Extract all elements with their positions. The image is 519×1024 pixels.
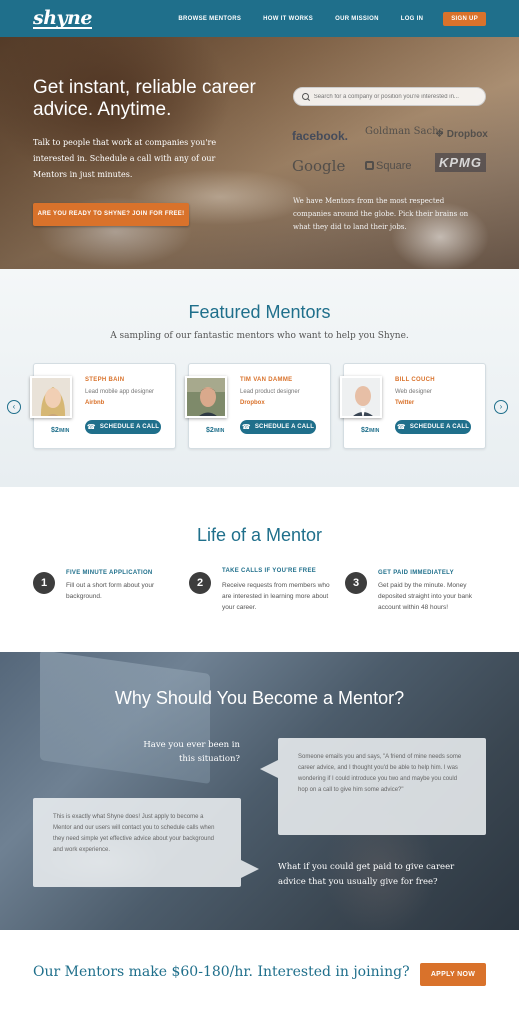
dropbox-logo: ❖ Dropbox: [435, 129, 488, 140]
square-icon: [365, 161, 374, 170]
schedule-call-button[interactable]: ☎ SCHEDULE A CALL: [240, 420, 316, 434]
hero-description: Talk to people that work at companies yo…: [33, 138, 217, 179]
square-logo: Square: [365, 160, 411, 172]
mentor-role: Lead mobile app designer: [85, 389, 155, 395]
join-free-button[interactable]: ARE YOU READY TO SHYNE? JOIN FOR FREE!: [33, 203, 189, 226]
step-number: 2: [189, 572, 211, 594]
mentor-price-value: $2: [51, 427, 59, 434]
nav-our-mission[interactable]: OUR MISSION: [335, 16, 379, 22]
hero-section: Get instant, reliable career advice. Any…: [0, 37, 519, 269]
mentor-company: Twitter: [395, 400, 415, 406]
step-title: FIVE MINUTE APPLICATION: [66, 570, 153, 576]
mentor-card[interactable]: BILL COUCH Web designer Twitter $2/MIN ☎…: [340, 363, 486, 449]
phone-icon: ☎: [396, 424, 406, 431]
mentor-name[interactable]: BILL COUCH: [395, 377, 435, 383]
life-title: Life of a Mentor: [196, 525, 323, 545]
nav-how-it-works[interactable]: HOW IT WORKS: [263, 16, 313, 22]
kpmg-logo: KPMG: [435, 153, 486, 172]
step-text: Receive requests from members who are in…: [222, 582, 330, 611]
mentor-price-unit: /MIN: [213, 428, 225, 434]
apply-cta-section: Our Mentors make $60-180/hr. Interested …: [0, 930, 519, 1024]
dropbox-logo-text: Dropbox: [446, 129, 488, 140]
phone-icon: ☎: [86, 424, 96, 431]
featured-title: Featured Mentors: [188, 302, 331, 322]
mentor-card[interactable]: STEPH BAIN Lead mobile app designer Airb…: [30, 363, 176, 449]
shyne-logo[interactable]: shyne: [33, 8, 92, 29]
mentor-price-unit: /MIN: [368, 428, 380, 434]
schedule-call-button[interactable]: ☎ SCHEDULE A CALL: [395, 420, 471, 434]
sign-up-button[interactable]: SIGN UP: [443, 11, 486, 26]
schedule-call-label: SCHEDULE A CALL: [99, 424, 160, 430]
mentor-name[interactable]: TIM VAN DAMME: [240, 377, 292, 383]
featured-mentors-section: Featured Mentors A sampling of our fanta…: [0, 269, 519, 487]
why-mentor-section: Why Should You Become a Mentor? Have you…: [0, 652, 519, 930]
mentor-name[interactable]: STEPH BAIN: [85, 377, 124, 383]
life-of-mentor-section: Life of a Mentor 1 FIVE MINUTE APPLICATI…: [0, 487, 519, 652]
step-number: 3: [345, 572, 367, 594]
step-title: TAKE CALLS IF YOU'RE FREE: [222, 568, 317, 574]
mentor-photo: [340, 376, 382, 418]
goldman-sachs-logo: Goldman Sachs: [365, 126, 444, 137]
mentor-price-unit: /MIN: [58, 428, 70, 434]
apply-now-button[interactable]: APPLY NOW: [420, 963, 486, 986]
company-search-box[interactable]: [293, 87, 486, 106]
mentor-role: Lead product designer: [240, 389, 300, 395]
facebook-logo: facebook.: [292, 129, 349, 143]
mentor-card[interactable]: TIM VAN DAMME Lead product designer Drop…: [185, 363, 331, 449]
schedule-call-label: SCHEDULE A CALL: [254, 424, 315, 430]
step-number: 1: [33, 572, 55, 594]
mentor-photo: [185, 376, 227, 418]
featured-subtitle: A sampling of our fantastic mentors who …: [110, 331, 409, 341]
mentor-photo: [30, 376, 72, 418]
search-icon: [302, 92, 310, 101]
mentor-role: Web designer: [395, 389, 432, 395]
mentor-price-value: $2: [361, 427, 369, 434]
why-question-2: What if you could get paid to give caree…: [278, 862, 455, 887]
speech-bubble-email: Someone emails you and says, "A friend o…: [260, 738, 486, 835]
google-logo: Google: [292, 157, 346, 175]
mentor-earnings-text: Our Mentors make $60-180/hr. Interested …: [33, 964, 410, 980]
step-text: Get paid by the minute. Money deposited …: [378, 582, 472, 611]
square-logo-text: Square: [376, 160, 412, 172]
mentor-price: $2/MIN: [361, 427, 379, 434]
nav-log-in[interactable]: LOG IN: [401, 16, 423, 22]
hero-title: Get instant, reliable career advice. Any…: [33, 77, 256, 120]
top-nav: shyne BROWSE MENTORS HOW IT WORKS OUR MI…: [0, 0, 519, 37]
mentor-price: $2/MIN: [51, 427, 69, 434]
why-question-1: Have you ever been in this situation?: [143, 740, 240, 764]
schedule-call-button[interactable]: ☎ SCHEDULE A CALL: [85, 420, 161, 434]
why-title: Why Should You Become a Mentor?: [114, 688, 405, 708]
mentor-company: Airbnb: [85, 400, 105, 406]
carousel-next-button[interactable]: ›: [494, 400, 508, 414]
mentor-price: $2/MIN: [206, 427, 224, 434]
step-text: Fill out a short form about your backgro…: [66, 582, 155, 600]
phone-icon: ☎: [241, 424, 251, 431]
nav-links: BROWSE MENTORS HOW IT WORKS OUR MISSION …: [178, 11, 486, 26]
schedule-call-label: SCHEDULE A CALL: [409, 424, 470, 430]
company-search-input[interactable]: [313, 93, 477, 100]
hero-companies-text: We have Mentors from the most respected …: [293, 197, 469, 231]
step-title: GET PAID IMMEDIATELY: [378, 570, 454, 576]
mentor-company: Dropbox: [240, 400, 265, 406]
speech-bubble-shyne: This is exactly what Shyne does! Just ap…: [33, 798, 259, 887]
mentor-price-value: $2: [206, 427, 214, 434]
carousel-prev-button[interactable]: ‹: [7, 400, 21, 414]
nav-browse-mentors[interactable]: BROWSE MENTORS: [178, 16, 241, 22]
company-logos: facebook. Goldman Sachs ❖ Dropbox Google…: [292, 126, 488, 189]
